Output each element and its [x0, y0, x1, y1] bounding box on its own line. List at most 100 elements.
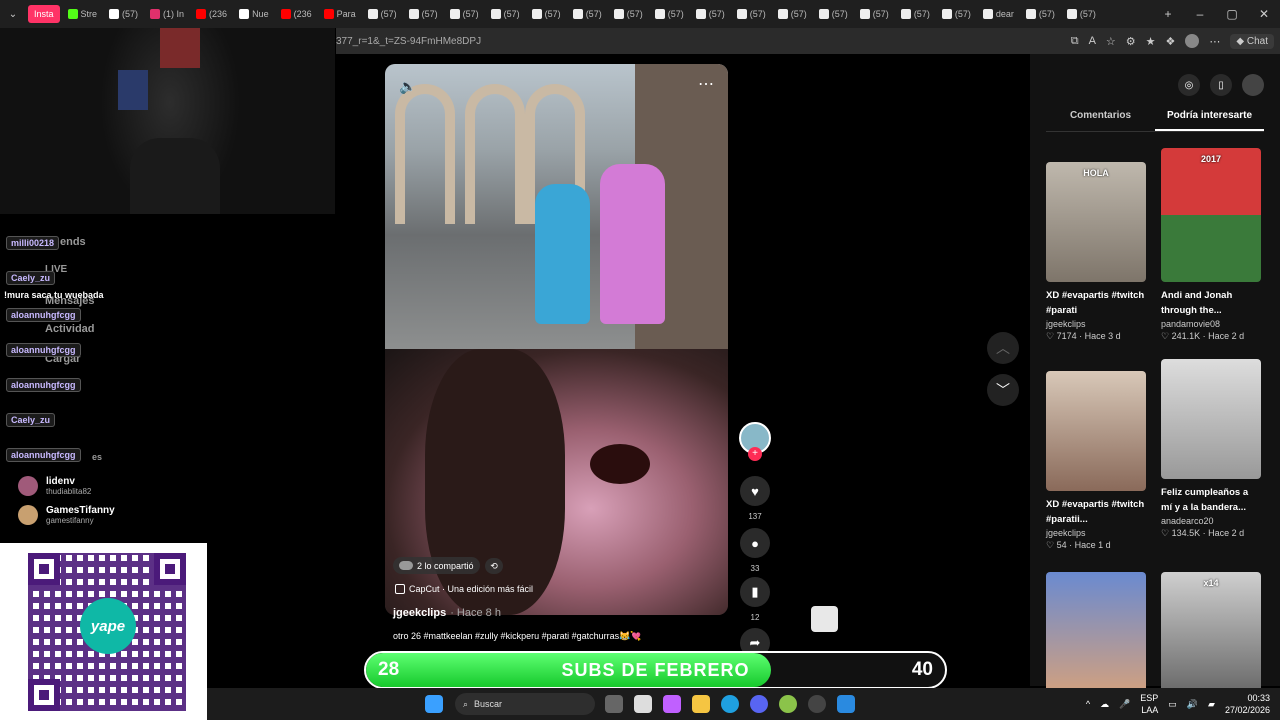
video-thumbnail[interactable]: HOLA: [1046, 162, 1146, 282]
browser-tab[interactable]: Nue: [233, 0, 275, 28]
url-text[interactable]: 377_r=1&_t=ZS-94FmHMe8DPJ: [336, 36, 481, 47]
comment-button[interactable]: ● 33: [738, 528, 772, 573]
tab-recommendations[interactable]: Podría interesarte: [1155, 110, 1264, 131]
device-icon[interactable]: ▯: [1210, 74, 1232, 96]
video-thumbnail[interactable]: [1046, 572, 1146, 692]
browser-tab[interactable]: (57): [103, 0, 144, 28]
discord-icon[interactable]: [750, 695, 768, 713]
browser-tab[interactable]: Para: [318, 0, 362, 28]
heart-icon[interactable]: ♥: [740, 476, 770, 506]
video-player[interactable]: 🔈 ⋯ 2 lo compartió ⟲ CapCut · Una edició…: [385, 64, 728, 615]
browser-tab[interactable]: Insta: [28, 5, 60, 23]
battery-icon[interactable]: ▰: [1208, 699, 1215, 710]
recommendation-card[interactable]: XD #evapartis #twitch #paratii... jgeekcl…: [1046, 371, 1146, 551]
card-username[interactable]: jgeekclips: [1046, 528, 1146, 538]
translate-icon[interactable]: A: [1089, 35, 1096, 47]
browser-tab[interactable]: (57): [444, 0, 485, 28]
card-username[interactable]: jgeekclips: [1046, 319, 1146, 329]
user-avatar[interactable]: [1242, 74, 1264, 96]
app-icon[interactable]: [779, 695, 797, 713]
chat-username[interactable]: milli00218: [6, 236, 60, 250]
capcut-badge[interactable]: CapCut · Una edición más fácil: [395, 584, 533, 594]
network-icon[interactable]: ▭: [1168, 699, 1177, 710]
minimize-button[interactable]: –: [1184, 7, 1216, 21]
browser-tab[interactable]: (57): [608, 0, 649, 28]
browser-tab[interactable]: (57): [567, 0, 608, 28]
tab-comments[interactable]: Comentarios: [1046, 110, 1155, 131]
more-options-icon[interactable]: ⋯: [698, 74, 714, 94]
like-button[interactable]: ♥ 137: [738, 476, 772, 521]
browser-tab[interactable]: Stre: [62, 0, 104, 28]
chat-username[interactable]: aloannuhgfcgg: [6, 448, 81, 462]
card-title[interactable]: XD #evapartis #twitch #paratii...: [1046, 497, 1146, 527]
volume-icon[interactable]: 🔊: [1187, 699, 1198, 710]
recommendation-card[interactable]: Feliz cumpleaños a mí y a la bandera... a…: [1161, 359, 1261, 539]
language-indicator[interactable]: ESP LAA: [1140, 692, 1158, 716]
video-thumbnail[interactable]: x14: [1161, 572, 1261, 692]
save-button[interactable]: ▮ 12: [738, 577, 772, 622]
edge-icon[interactable]: [721, 695, 739, 713]
recommendation-card[interactable]: HOLA XD #evapartis #twitch #parati jgeekcl…: [1046, 162, 1146, 342]
collections-icon[interactable]: ❖: [1166, 35, 1176, 48]
open-in-app-icon[interactable]: ⧉: [1071, 35, 1079, 48]
card-username[interactable]: anadearco20: [1161, 516, 1261, 526]
onedrive-icon[interactable]: ☁: [1100, 699, 1109, 710]
extensions-icon[interactable]: ⚙: [1126, 35, 1136, 48]
card-title[interactable]: XD #evapartis #twitch #parati: [1046, 288, 1146, 318]
copilot-chat-button[interactable]: ◆ Chat: [1230, 33, 1274, 49]
favorites-icon[interactable]: ★: [1146, 35, 1156, 48]
browser-tab[interactable]: (57): [895, 0, 936, 28]
browser-tab[interactable]: (57): [772, 0, 813, 28]
tab-list-button[interactable]: ⌄: [0, 9, 26, 20]
taskbar-search[interactable]: ⌕ Buscar: [455, 693, 595, 715]
browser-tab[interactable]: (57): [403, 0, 444, 28]
recommendation-card[interactable]: x14: [1161, 572, 1261, 692]
browser-tab[interactable]: (236: [190, 0, 233, 28]
creator-avatar-button[interactable]: +: [738, 422, 772, 461]
video-thumbnail[interactable]: [1046, 371, 1146, 491]
browser-tab[interactable]: (57): [362, 0, 403, 28]
recommendation-card[interactable]: [1046, 572, 1146, 692]
browser-tab[interactable]: (57): [526, 0, 567, 28]
video-author[interactable]: jgeekclips · Hace 8 h: [393, 607, 501, 619]
bookmark-icon[interactable]: ▮: [740, 577, 770, 607]
browser-tab[interactable]: (1) In: [144, 0, 190, 28]
browser-tab[interactable]: (57): [854, 0, 895, 28]
browser-tab[interactable]: (57): [813, 0, 854, 28]
menu-dots-icon[interactable]: ⋯: [1209, 35, 1220, 48]
previous-video-button[interactable]: ︿: [987, 332, 1019, 364]
address-bar[interactable]: 377_r=1&_t=ZS-94FmHMe8DPJ ⧉ A ☆ ⚙ ★ ❖ ⋯ …: [336, 28, 1280, 54]
browser-tab[interactable]: (57): [731, 0, 772, 28]
file-explorer-icon[interactable]: [692, 695, 710, 713]
browser-tab[interactable]: (57): [649, 0, 690, 28]
clock[interactable]: 00:33 27/02/2026: [1225, 692, 1270, 716]
maximize-button[interactable]: ▢: [1216, 7, 1248, 21]
chat-username[interactable]: aloannuhgfcgg: [6, 378, 81, 392]
shared-by-pill[interactable]: 2 lo compartió: [393, 557, 480, 574]
profile-avatar[interactable]: [1185, 34, 1200, 48]
browser-tab[interactable]: (57): [936, 0, 977, 28]
browser-tab[interactable]: (236: [275, 0, 318, 28]
chat-username[interactable]: Caely_zu: [6, 271, 56, 285]
volume-icon[interactable]: 🔈: [399, 78, 416, 95]
author-name[interactable]: jgeekclips: [393, 607, 446, 619]
store-icon[interactable]: [634, 695, 652, 713]
browser-tab[interactable]: (57): [1020, 0, 1061, 28]
chat-username[interactable]: aloannuhgfcgg: [6, 343, 81, 357]
browser-tab[interactable]: (57): [1061, 0, 1102, 28]
video-thumbnail[interactable]: 2017: [1161, 148, 1261, 282]
card-title[interactable]: Feliz cumpleaños a mí y a la bandera...: [1161, 485, 1261, 515]
browser-tab[interactable]: (57): [485, 0, 526, 28]
recommendation-card[interactable]: 2017 Andi and Jonah through the... pandamo…: [1161, 148, 1261, 342]
favorite-star-icon[interactable]: ☆: [1106, 35, 1116, 48]
next-video-button[interactable]: ﹀: [987, 374, 1019, 406]
follow-plus-icon[interactable]: +: [748, 447, 762, 461]
task-view-icon[interactable]: [605, 695, 623, 713]
new-tab-button[interactable]: +: [1152, 7, 1184, 21]
comment-icon[interactable]: ●: [740, 528, 770, 558]
chat-username[interactable]: aloannuhgfcgg: [6, 308, 81, 322]
card-title[interactable]: Andi and Jonah through the...: [1161, 288, 1261, 318]
browser-tab[interactable]: (57): [690, 0, 731, 28]
repost-icon[interactable]: ⟲: [485, 558, 503, 574]
close-window-button[interactable]: ✕: [1248, 7, 1280, 21]
